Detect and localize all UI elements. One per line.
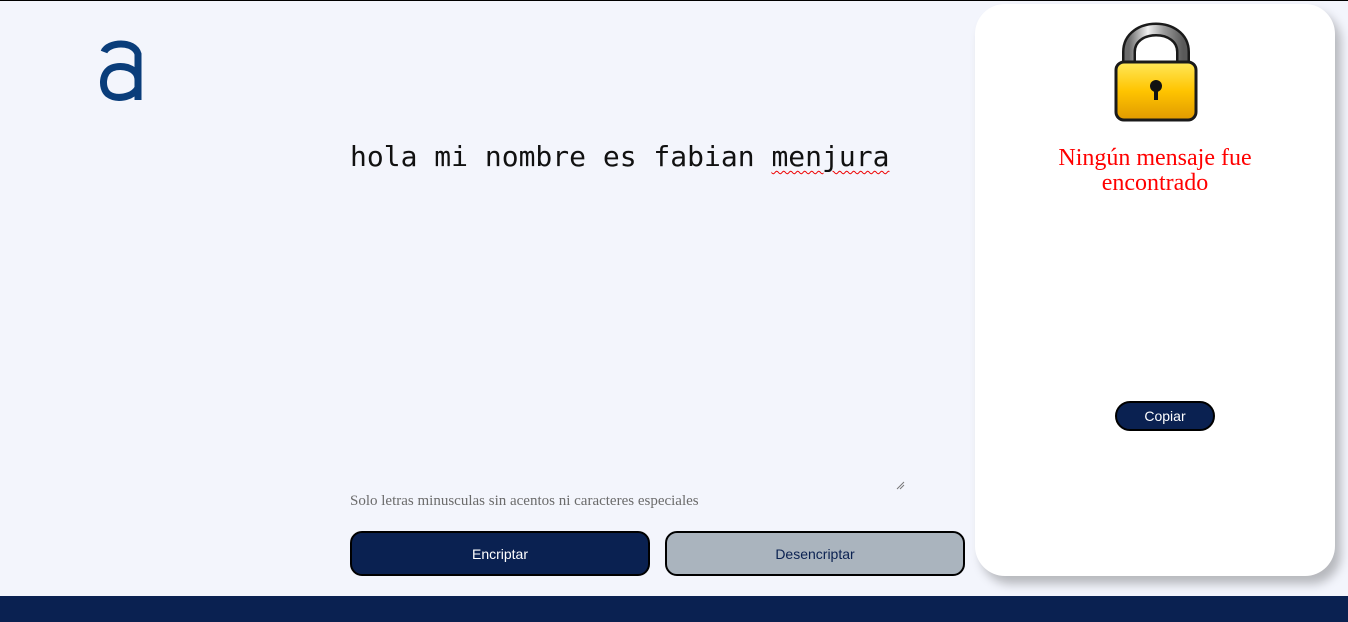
alura-logo-icon — [100, 40, 142, 101]
output-panel: Ningún mensaje fue encontrado Copiar — [975, 4, 1335, 576]
misspelled-word: menjura — [771, 140, 890, 173]
decrypt-button[interactable]: Desencriptar — [665, 531, 965, 576]
resize-handle-icon[interactable] — [895, 480, 905, 490]
no-message-text: Ningún mensaje fue encontrado — [975, 146, 1335, 196]
no-message-line2: encontrado — [1101, 170, 1209, 196]
message-input[interactable]: hola mi nombre es fabian menjura — [350, 140, 906, 492]
padlock-icon — [1114, 22, 1198, 122]
copy-button[interactable]: Copiar — [1115, 401, 1215, 431]
no-message-line1: Ningún mensaje fue — [1058, 145, 1252, 171]
footer-bar — [0, 596, 1348, 622]
input-hint: Solo letras minusculas sin acentos ni ca… — [350, 493, 699, 509]
top-border — [0, 0, 1348, 1]
message-text: hola mi nombre es fabian — [350, 140, 772, 173]
encrypt-button[interactable]: Encriptar — [350, 531, 650, 576]
